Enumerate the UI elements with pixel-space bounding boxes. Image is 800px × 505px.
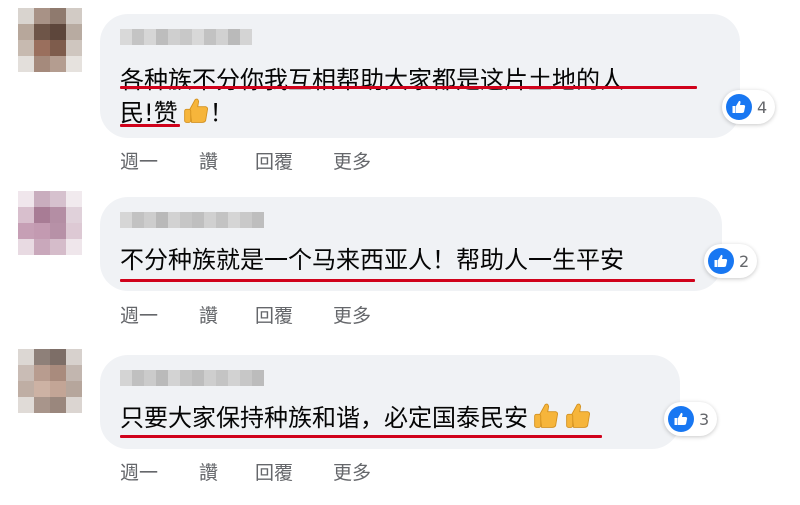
more-button[interactable]: 更多: [333, 458, 371, 485]
comment-bubble: 各种族不分你我互相帮助大家都是这片土地的人 民!赞！: [100, 14, 740, 138]
comment-actions: 週一 讚 回覆 更多: [120, 301, 371, 328]
timestamp-link[interactable]: 週一: [120, 301, 199, 328]
reaction-badge[interactable]: 2: [704, 244, 758, 278]
thumbs-up-emoji: [566, 403, 591, 428]
thumbs-up-emoji: [534, 403, 559, 428]
reaction-badge[interactable]: 4: [722, 90, 776, 124]
avatar[interactable]: [18, 349, 82, 413]
timestamp-link[interactable]: 週一: [120, 458, 199, 485]
more-button[interactable]: 更多: [333, 147, 371, 174]
comment-actions: 週一 讚 回覆 更多: [120, 147, 371, 174]
like-button[interactable]: 讚: [199, 147, 255, 174]
like-icon: [726, 94, 752, 120]
avatar[interactable]: [18, 8, 82, 72]
red-underline: [120, 86, 697, 89]
reply-button[interactable]: 回覆: [255, 458, 333, 485]
like-icon: [668, 406, 694, 432]
like-button[interactable]: 讚: [199, 301, 255, 328]
like-icon: [708, 248, 734, 274]
reaction-count: 3: [699, 409, 710, 429]
comment-text-line-1: 各种族不分你我互相帮助大家都是这片土地的人: [120, 66, 624, 94]
author-name-blurred[interactable]: [120, 370, 264, 386]
reaction-count: 2: [739, 251, 750, 271]
more-button[interactable]: 更多: [333, 301, 371, 328]
reaction-count: 4: [757, 97, 768, 117]
reply-button[interactable]: 回覆: [255, 147, 333, 174]
red-underline: [120, 279, 695, 282]
red-underline: [120, 124, 180, 127]
reaction-badge[interactable]: 3: [664, 402, 718, 436]
like-button[interactable]: 讚: [199, 458, 255, 485]
comment-actions: 週一 讚 回覆 更多: [120, 458, 371, 485]
comment-bubble: 不分种族就是一个马来西亚人！帮助人一生平安: [100, 197, 722, 291]
thumbs-up-emoji: [183, 98, 208, 123]
timestamp-link[interactable]: 週一: [120, 147, 199, 174]
avatar[interactable]: [18, 191, 82, 255]
comment-text-line-1: 只要大家保持种族和谐，必定国泰民安: [120, 402, 592, 435]
red-underline: [120, 435, 602, 438]
comment-text-line-1: 不分种族就是一个马来西亚人！帮助人一生平安: [120, 246, 624, 274]
reply-button[interactable]: 回覆: [255, 301, 333, 328]
author-name-blurred[interactable]: [120, 212, 264, 228]
author-name-blurred[interactable]: [120, 29, 252, 45]
